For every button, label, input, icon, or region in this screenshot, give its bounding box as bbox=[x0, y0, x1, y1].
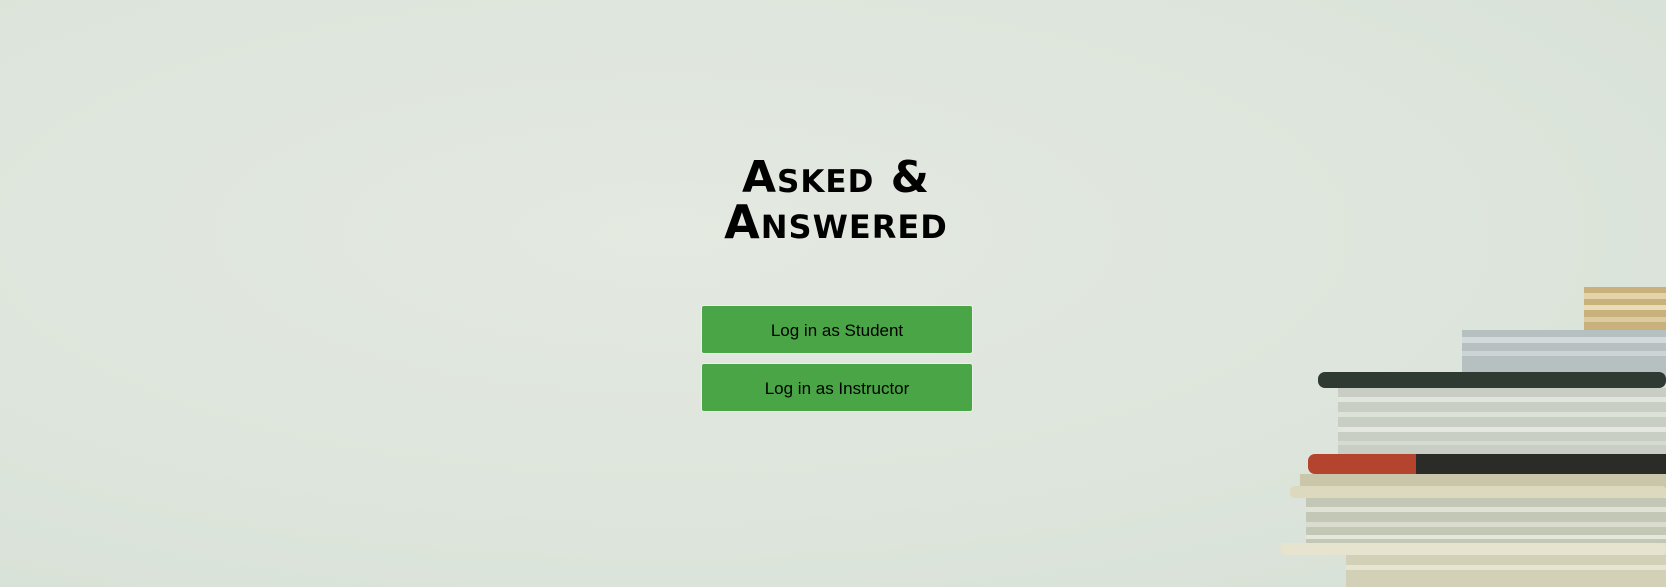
login-page: Asked & Answered Log in as Student Log i… bbox=[0, 0, 1666, 587]
title-line-1: Asked & bbox=[742, 152, 930, 203]
login-instructor-button[interactable]: Log in as Instructor bbox=[702, 364, 972, 411]
login-student-button[interactable]: Log in as Student bbox=[702, 306, 972, 353]
title-line-2: Answered bbox=[724, 195, 948, 249]
books-image bbox=[1280, 287, 1666, 587]
app-logo-title: Asked & Answered bbox=[0, 152, 1666, 249]
books-illustration bbox=[1266, 267, 1666, 587]
